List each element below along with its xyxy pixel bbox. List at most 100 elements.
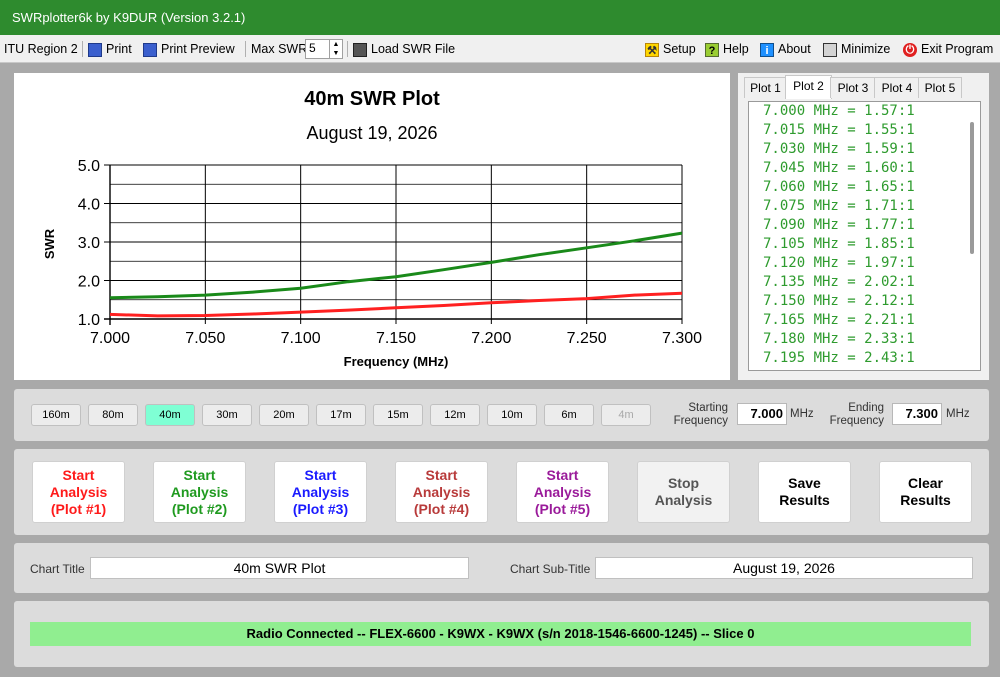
button-label-line: Stop — [667, 475, 700, 491]
band-button-12m[interactable]: 12m — [430, 404, 480, 426]
chart-subtitle-label: Chart Sub-Title — [510, 562, 591, 576]
button-label: Stop Analysis — [655, 475, 713, 509]
list-item[interactable]: 7.180 MHz = 2.33:1 — [749, 330, 980, 349]
band-button-17m[interactable]: 17m — [316, 404, 366, 426]
list-item[interactable]: 7.000 MHz = 1.57:1 — [749, 102, 980, 121]
band-button-80m[interactable]: 80m — [88, 404, 138, 426]
ending-label-line1: Ending — [848, 402, 884, 414]
button-label-line: Analysis — [412, 483, 471, 500]
list-item[interactable]: 7.120 MHz = 1.97:1 — [749, 254, 980, 273]
button-label-line: (Plot #4) — [413, 500, 470, 517]
about-button[interactable]: i About — [760, 39, 811, 59]
tab-plot-1[interactable]: Plot 1 — [744, 77, 787, 98]
button-label-line: (Plot #3) — [292, 500, 349, 517]
list-item[interactable]: 7.195 MHz = 2.43:1 — [749, 349, 980, 368]
list-item[interactable]: 7.135 MHz = 2.02:1 — [749, 273, 980, 292]
list-item[interactable]: 7.150 MHz = 2.12:1 — [749, 292, 980, 311]
chart-subtitle-input[interactable]: August 19, 2026 — [595, 557, 973, 579]
list-item[interactable]: 7.045 MHz = 1.60:1 — [749, 159, 980, 178]
starting-frequency-unit: MHz — [790, 408, 814, 420]
plot-tabs-panel: Plot 1 Plot 2 Plot 3 Plot 4 Plot 5 7.000 MHz… — [738, 73, 989, 380]
band-button-40m[interactable]: 40m — [145, 404, 195, 426]
start-analysis-plot-2-button[interactable]: Start Analysis (Plot #2) — [153, 461, 246, 523]
print-button[interactable]: Print — [88, 39, 132, 59]
x-axis-label: Frequency (MHz) — [344, 354, 449, 369]
button-label: Start Analysis (Plot #2) — [171, 467, 229, 518]
list-item[interactable]: 7.030 MHz = 1.59:1 — [749, 140, 980, 159]
tab-plot-4[interactable]: Plot 4 — [874, 77, 920, 98]
tools-icon: ⚒ — [645, 42, 659, 57]
list-item[interactable]: 7.090 MHz = 1.77:1 — [749, 216, 980, 235]
list-item[interactable]: 7.015 MHz = 1.55:1 — [749, 121, 980, 140]
max-swr-stepper[interactable]: 5 ▲ ▼ — [305, 39, 343, 59]
button-label-line: Analysis — [170, 483, 229, 500]
stop-analysis-button[interactable]: Stop Analysis — [637, 461, 730, 523]
load-swr-file-label: Load SWR File — [371, 42, 456, 56]
list-item[interactable]: 7.165 MHz = 2.21:1 — [749, 311, 980, 330]
save-results-button[interactable]: Save Results — [758, 461, 851, 523]
button-label-line: (Plot #2) — [171, 500, 228, 517]
list-item[interactable]: 7.075 MHz = 1.71:1 — [749, 197, 980, 216]
exit-label: Exit Program — [921, 42, 994, 56]
exit-button[interactable]: ⏻ Exit Program — [903, 39, 993, 59]
ending-frequency-unit: MHz — [946, 408, 970, 420]
ending-frequency-input[interactable]: 7.300 — [892, 403, 942, 425]
starting-frequency-label: Starting Frequency — [660, 402, 728, 428]
button-label-line: Start — [183, 466, 216, 483]
start-analysis-plot-1-button[interactable]: Start Analysis (Plot #1) — [32, 461, 125, 523]
x-tick-label: 7.000 — [90, 330, 130, 347]
x-tick-label: 7.100 — [281, 330, 321, 347]
radio-status-bar: Radio Connected -- FLEX-6600 - K9WX - K9… — [30, 622, 971, 646]
button-label-line: Start — [546, 466, 579, 483]
chart-title-input[interactable]: 40m SWR Plot — [90, 557, 469, 579]
button-label-line: Analysis — [533, 483, 592, 500]
button-label: Start Analysis (Plot #5) — [534, 467, 592, 518]
about-label: About — [778, 42, 811, 56]
band-button-20m[interactable]: 20m — [259, 404, 309, 426]
band-button-6m[interactable]: 6m — [544, 404, 594, 426]
list-scrollbar[interactable] — [970, 122, 974, 254]
button-label-line: (Plot #5) — [534, 500, 591, 517]
x-tick-label: 7.250 — [567, 330, 607, 347]
start-analysis-plot-4-button[interactable]: Start Analysis (Plot #4) — [395, 461, 488, 523]
band-button-4m: 4m — [601, 404, 651, 426]
button-label-line: Analysis — [654, 492, 713, 508]
x-tick-label: 7.150 — [376, 330, 416, 347]
tab-plot-3[interactable]: Plot 3 — [830, 77, 876, 98]
y-axis-label: SWR — [42, 228, 57, 259]
button-label-line: Analysis — [291, 483, 350, 500]
starting-label-line2: Frequency — [673, 415, 728, 427]
swr-chart: 40m SWR Plot August 19, 2026 Frequency (… — [42, 88, 702, 369]
clear-results-button[interactable]: Clear Results — [879, 461, 972, 523]
stepper-arrows-icon[interactable]: ▲ ▼ — [329, 40, 342, 58]
minimize-label: Minimize — [841, 42, 891, 56]
print-preview-button[interactable]: Print Preview — [143, 39, 235, 59]
x-tick-label: 7.200 — [471, 330, 511, 347]
floppy-disk-icon — [353, 42, 367, 57]
band-button-160m[interactable]: 160m — [31, 404, 81, 426]
tab-plot-5[interactable]: Plot 5 — [918, 77, 962, 98]
minimize-icon — [823, 42, 837, 57]
start-analysis-plot-5-button[interactable]: Start Analysis (Plot #5) — [516, 461, 609, 523]
button-label-line: Results — [779, 492, 830, 508]
start-analysis-plot-3-button[interactable]: Start Analysis (Plot #3) — [274, 461, 367, 523]
band-button-15m[interactable]: 15m — [373, 404, 423, 426]
help-button[interactable]: ? Help — [705, 39, 749, 59]
button-label-line: Analysis — [49, 483, 108, 500]
setup-button[interactable]: ⚒ Setup — [645, 39, 696, 59]
info-icon: i — [760, 42, 774, 57]
setup-label: Setup — [663, 42, 696, 56]
printer-icon — [88, 42, 102, 57]
load-swr-file-button[interactable]: Load SWR File — [353, 39, 455, 59]
plot-results-list[interactable]: 7.000 MHz = 1.57:1 7.015 MHz = 1.55:1 7.03… — [748, 101, 981, 371]
tab-plot-2[interactable]: Plot 2 — [785, 75, 832, 99]
band-button-30m[interactable]: 30m — [202, 404, 252, 426]
starting-frequency-input[interactable]: 7.000 — [737, 403, 787, 425]
band-button-10m[interactable]: 10m — [487, 404, 537, 426]
list-item[interactable]: 7.060 MHz = 1.65:1 — [749, 178, 980, 197]
list-item[interactable]: 7.105 MHz = 1.85:1 — [749, 235, 980, 254]
max-swr-value: 5 — [309, 41, 316, 55]
chart-title-label: Chart Title — [30, 562, 85, 576]
minimize-button[interactable]: Minimize — [823, 39, 890, 59]
y-tick-label: 1.0 — [78, 312, 100, 329]
